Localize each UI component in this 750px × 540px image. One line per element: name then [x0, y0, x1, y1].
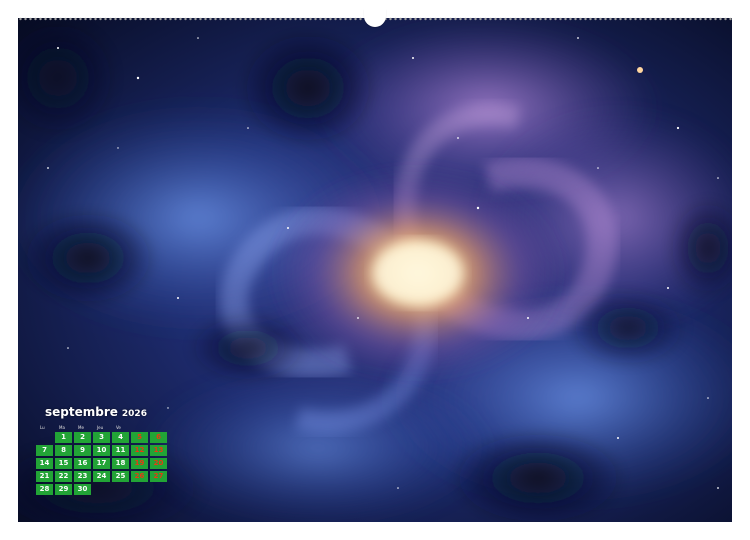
- calendar-page: septembre 2026 Lu Ma Me Jeu Ve 1234567891…: [0, 0, 750, 540]
- calendar-day: 18: [112, 458, 129, 469]
- calendar-day: 2: [74, 432, 91, 443]
- calendar-day: 28: [36, 484, 53, 495]
- calendar-day: 26: [131, 471, 148, 482]
- calendar-day: 7: [36, 445, 53, 456]
- calendar-day: 24: [93, 471, 110, 482]
- calendar-day: 23: [74, 471, 91, 482]
- year-label: 2026: [121, 409, 147, 419]
- weekday-header: Lu Ma Me Jeu Ve: [36, 423, 176, 432]
- calendar-empty-cell: [150, 484, 167, 495]
- calendar-day: 9: [74, 445, 91, 456]
- calendar-day: 27: [150, 471, 167, 482]
- weekday-label: Ma: [59, 425, 65, 430]
- calendar-day: 12: [131, 445, 148, 456]
- month-name: septembre: [45, 405, 118, 419]
- calendar-day: 8: [55, 445, 72, 456]
- calendar-empty-cell: [131, 484, 148, 495]
- calendar-day: 6: [150, 432, 167, 443]
- calendar-day: 1: [55, 432, 72, 443]
- calendar-day: 21: [36, 471, 53, 482]
- calendar-day: 10: [93, 445, 110, 456]
- calendar-day: 16: [74, 458, 91, 469]
- calendar-day: 11: [112, 445, 129, 456]
- calendar-empty-cell: [36, 432, 53, 443]
- calendar-day: 25: [112, 471, 129, 482]
- weekday-label: [131, 423, 150, 432]
- month-calendar: septembre 2026 Lu Ma Me Jeu Ve 1234567891…: [36, 404, 176, 495]
- calendar-day: 15: [55, 458, 72, 469]
- calendar-empty-cell: [93, 484, 110, 495]
- calendar-day: 20: [150, 458, 167, 469]
- day-grid: 1 2 3 4 5 6 7 8 9 10 11 12 13 14 15 16 17 18 19 20 21 22 23 24 2…: [36, 432, 176, 495]
- calendar-day: 3: [93, 432, 110, 443]
- calendar-day: 5: [131, 432, 148, 443]
- calendar-day: 30: [74, 484, 91, 495]
- weekday-label: [150, 423, 169, 432]
- calendar-day: 4: [112, 432, 129, 443]
- calendar-day: 17: [93, 458, 110, 469]
- weekday-label: Lu: [40, 425, 45, 430]
- calendar-day: 22: [55, 471, 72, 482]
- calendar-day: 19: [131, 458, 148, 469]
- weekday-label: Me: [78, 425, 84, 430]
- calendar-day: 14: [36, 458, 53, 469]
- calendar-empty-cell: [112, 484, 129, 495]
- calendar-day: 13: [150, 445, 167, 456]
- weekday-label: Jeu: [97, 425, 104, 430]
- month-title: septembre 2026: [45, 404, 176, 420]
- calendar-day: 29: [55, 484, 72, 495]
- weekday-label: Ve: [116, 425, 121, 430]
